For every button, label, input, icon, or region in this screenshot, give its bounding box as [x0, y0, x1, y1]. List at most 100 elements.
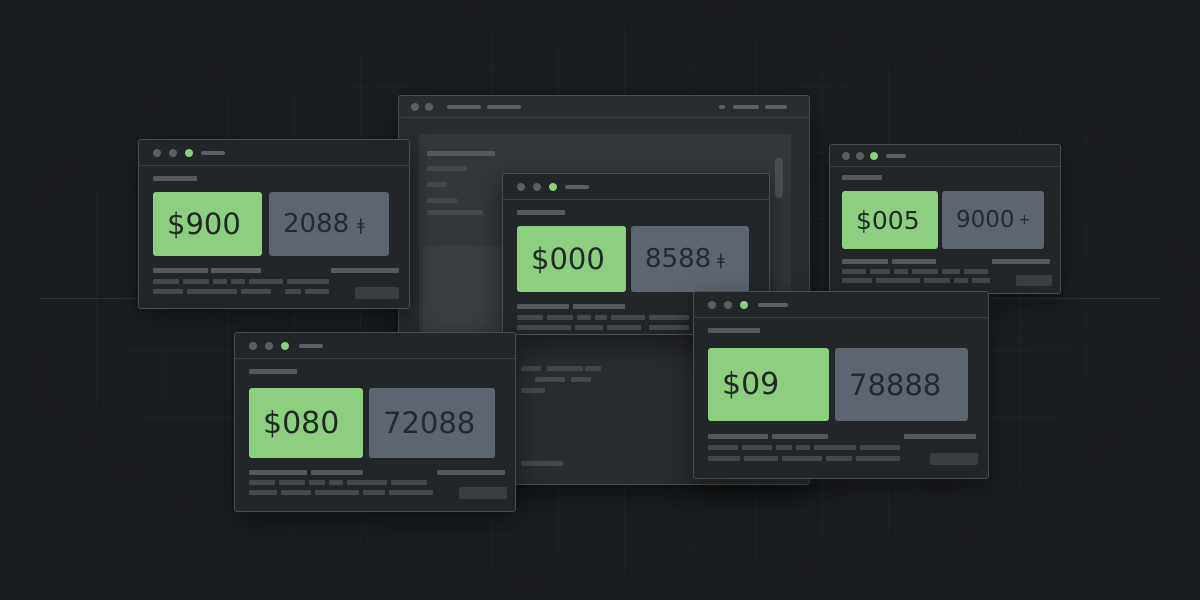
- number-suffix-icon: ǂ: [717, 249, 725, 269]
- window-dot-active-icon[interactable]: [870, 152, 878, 160]
- text-placeholder: [211, 268, 261, 273]
- text-placeholder: [814, 445, 856, 450]
- text-placeholder: [842, 278, 872, 283]
- text-placeholder: [772, 434, 828, 439]
- window-titlebar: [503, 174, 769, 200]
- code-placeholder: [521, 461, 563, 466]
- number-card[interactable]: 2088 ǂ: [269, 192, 389, 256]
- text-placeholder: [796, 445, 810, 450]
- text-placeholder: [649, 315, 689, 320]
- window-dot-icon[interactable]: [153, 149, 161, 157]
- text-placeholder: [870, 269, 890, 274]
- pricing-window-1: $900 2088 ǂ: [138, 139, 410, 309]
- window-dot-active-icon[interactable]: [740, 301, 748, 309]
- text-placeholder: [876, 278, 920, 283]
- text-placeholder: [573, 304, 625, 309]
- window-dot-icon[interactable]: [411, 103, 419, 111]
- label-placeholder: [517, 210, 565, 215]
- window-dot-icon[interactable]: [533, 183, 541, 191]
- text-placeholder: [517, 304, 569, 309]
- tab-placeholder[interactable]: [447, 105, 481, 109]
- text-placeholder: [427, 151, 495, 156]
- text-placeholder: [924, 278, 950, 283]
- tab-placeholder[interactable]: [487, 105, 521, 109]
- number-value: 8588: [645, 244, 712, 274]
- toolbar-placeholder[interactable]: [765, 105, 787, 109]
- background-window-titlebar: [399, 96, 809, 118]
- number-value: 9000: [956, 207, 1015, 233]
- window-dot-active-icon[interactable]: [549, 183, 557, 191]
- text-placeholder: [427, 210, 483, 215]
- price-card[interactable]: $09: [708, 348, 829, 421]
- window-dot-icon[interactable]: [708, 301, 716, 309]
- code-placeholder: [535, 377, 565, 382]
- number-card[interactable]: 72088: [369, 388, 495, 458]
- number-card[interactable]: 78888: [835, 348, 968, 421]
- window-dot-icon[interactable]: [856, 152, 864, 160]
- code-placeholder: [547, 366, 583, 371]
- text-placeholder: [153, 279, 179, 284]
- title-placeholder: [565, 185, 589, 189]
- number-card[interactable]: 9000 +: [942, 191, 1044, 249]
- scrollbar-thumb[interactable]: [775, 158, 783, 198]
- text-placeholder: [347, 480, 387, 485]
- window-dot-icon[interactable]: [169, 149, 177, 157]
- number-value: 72088: [383, 406, 476, 440]
- window-dot-icon[interactable]: [265, 342, 273, 350]
- text-placeholder: [153, 289, 183, 294]
- text-placeholder: [281, 490, 311, 495]
- text-placeholder: [912, 269, 938, 274]
- action-button[interactable]: [459, 487, 507, 499]
- text-placeholder: [427, 166, 467, 171]
- price-card[interactable]: $005: [842, 191, 938, 249]
- price-value: $09: [722, 367, 780, 402]
- window-titlebar: [830, 145, 1060, 167]
- window-dot-icon[interactable]: [517, 183, 525, 191]
- text-placeholder: [776, 445, 792, 450]
- window-dot-active-icon[interactable]: [185, 149, 193, 157]
- window-dot-active-icon[interactable]: [281, 342, 289, 350]
- label-placeholder: [708, 328, 760, 333]
- number-value: 78888: [849, 367, 942, 402]
- text-placeholder: [187, 289, 237, 294]
- action-button[interactable]: [355, 287, 399, 299]
- text-placeholder: [708, 445, 738, 450]
- action-button[interactable]: [930, 453, 978, 465]
- number-card[interactable]: 8588 ǂ: [631, 226, 749, 292]
- window-dot-icon[interactable]: [842, 152, 850, 160]
- pricing-window-5: $09 78888: [693, 291, 989, 479]
- pricing-window-3: $005 9000 +: [829, 144, 1061, 294]
- text-placeholder: [744, 456, 778, 461]
- text-placeholder: [860, 445, 900, 450]
- text-placeholder: [153, 268, 208, 273]
- text-placeholder: [856, 456, 900, 461]
- price-card[interactable]: $900: [153, 192, 262, 256]
- text-placeholder: [391, 480, 427, 485]
- toolbar-placeholder[interactable]: [733, 105, 759, 109]
- text-placeholder: [311, 470, 363, 475]
- action-button[interactable]: [1016, 275, 1052, 286]
- price-value: $005: [856, 205, 920, 235]
- text-placeholder: [575, 325, 603, 330]
- text-placeholder: [595, 315, 607, 320]
- window-dot-icon[interactable]: [249, 342, 257, 350]
- price-card[interactable]: $000: [517, 226, 626, 292]
- title-placeholder: [299, 344, 323, 348]
- window-titlebar: [694, 292, 988, 318]
- text-placeholder: [315, 490, 359, 495]
- text-placeholder: [708, 434, 768, 439]
- text-placeholder: [213, 279, 227, 284]
- text-placeholder: [249, 279, 283, 284]
- price-card[interactable]: $080: [249, 388, 363, 458]
- text-placeholder: [329, 480, 343, 485]
- window-dot-icon[interactable]: [724, 301, 732, 309]
- text-placeholder: [279, 480, 305, 485]
- title-placeholder: [201, 151, 225, 155]
- text-placeholder: [309, 480, 325, 485]
- window-dot-icon[interactable]: [425, 103, 433, 111]
- label-placeholder: [153, 176, 197, 181]
- title-placeholder: [758, 303, 788, 307]
- toolbar-placeholder[interactable]: [719, 105, 725, 109]
- text-placeholder: [249, 470, 307, 475]
- title-placeholder: [886, 154, 906, 158]
